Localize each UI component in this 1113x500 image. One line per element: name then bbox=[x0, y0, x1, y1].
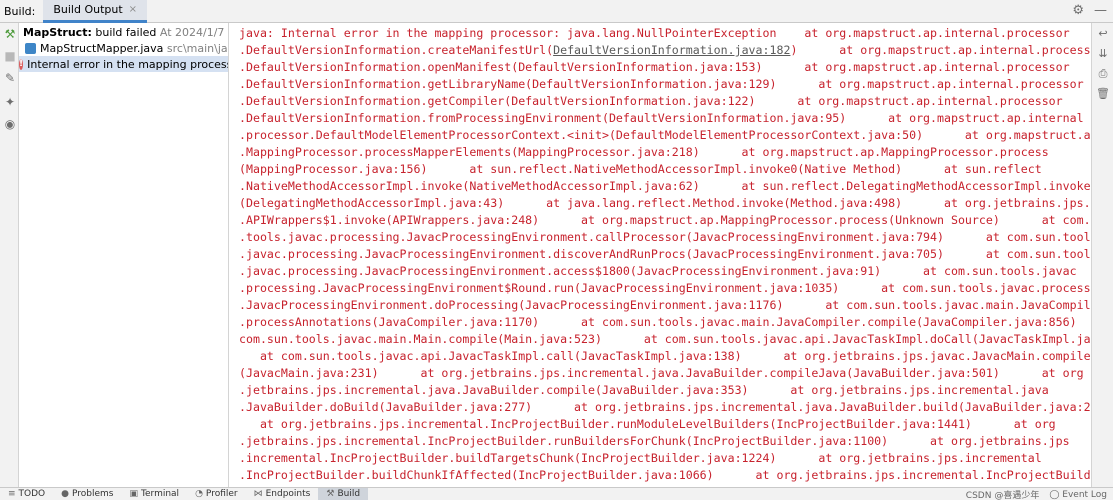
bottom-tab-problems[interactable]: ● Problems bbox=[53, 488, 121, 500]
console-line: com.sun.tools.javac.main.Main.compile(Ma… bbox=[239, 332, 1091, 346]
java-file-icon bbox=[25, 42, 36, 54]
soft-wrap-icon[interactable]: ↩ bbox=[1096, 27, 1110, 41]
build-icon: ⚒ bbox=[326, 489, 335, 499]
bottom-tool-bar: ≡ TODO ● Problems ▣ Terminal ◔ Profiler ⋈ Endpoin… bbox=[0, 487, 1113, 500]
console-line: at org.jetbrains.jps.incremental.IncProj… bbox=[239, 417, 1056, 431]
print-icon[interactable]: ⎙ bbox=[1096, 67, 1110, 81]
bottom-tab-label: TODO bbox=[18, 489, 46, 499]
console-line: (JavacMain.java:231) at org.jetbrains.jp… bbox=[239, 366, 1084, 380]
gear-icon[interactable]: ⚙ bbox=[1072, 3, 1084, 18]
scroll-to-end-icon[interactable]: ⇊ bbox=[1096, 47, 1110, 61]
console-line: .DefaultVersionInformation.createManifes… bbox=[239, 43, 1091, 57]
event-log-icon: ◯ bbox=[1049, 489, 1060, 500]
stop-icon[interactable]: ■ bbox=[3, 49, 17, 63]
tree-error-row[interactable]: ! Internal error in the mapping processo… bbox=[19, 56, 228, 72]
console-line: .incremental.IncProjectBuilder.buildTarg… bbox=[239, 451, 1042, 465]
trash-icon[interactable]: 🗑 bbox=[1096, 87, 1110, 101]
source-link[interactable]: DefaultVersionInformation.java:182 bbox=[553, 43, 790, 57]
console-line: (DelegatingMethodAccessorImpl.java:43) a… bbox=[239, 196, 1091, 210]
bottom-tab-label: Problems bbox=[72, 489, 114, 499]
bottom-tab-build[interactable]: ⚒ Build bbox=[318, 488, 369, 500]
right-toolbar: ↩ ⇊ ⎙ 🗑 bbox=[1091, 23, 1113, 487]
tab-build-output-label: Build Output bbox=[53, 3, 123, 16]
console-line: java: Internal error in the mapping proc… bbox=[239, 26, 1070, 40]
bottom-tab-label: Endpoints bbox=[265, 489, 311, 499]
console-line: .jetbrains.jps.incremental.java.JavaBuil… bbox=[239, 383, 1049, 397]
rebuild-hammer-icon[interactable]: ⚒ bbox=[3, 27, 17, 41]
console-line: at com.sun.tools.javac.api.JavacTaskImpl… bbox=[239, 349, 1091, 363]
bottom-tab-terminal[interactable]: ▣ Terminal bbox=[122, 488, 188, 500]
bottom-tab-label: Terminal bbox=[141, 489, 180, 499]
bottom-tab-todo[interactable]: ≡ TODO bbox=[0, 488, 53, 500]
problems-icon: ● bbox=[61, 489, 70, 499]
bottom-tab-label: Profiler bbox=[205, 489, 238, 499]
console-line: .DefaultVersionInformation.getCompiler(D… bbox=[239, 94, 1063, 108]
console-line: .javac.processing.JavacProcessingEnviron… bbox=[239, 247, 1091, 261]
todo-icon: ≡ bbox=[8, 489, 16, 499]
tree-file-row[interactable]: MapStructMapper.java src\main\java\com\e bbox=[25, 40, 228, 56]
console-line: .JavaBuilder.doBuild(JavaBuilder.java:27… bbox=[239, 400, 1091, 414]
profiler-icon: ◔ bbox=[195, 489, 203, 499]
console-line: .processAnnotations(JavaCompiler.java:11… bbox=[239, 315, 1091, 329]
bottom-tab-endpoints[interactable]: ⋈ Endpoints bbox=[246, 488, 319, 500]
minimize-icon[interactable]: — bbox=[1094, 3, 1107, 18]
build-label: Build: bbox=[4, 4, 36, 18]
wrench-icon[interactable]: ✎ bbox=[3, 71, 17, 85]
tree-root-row[interactable]: MapStruct: build failed At 2024/1/7 sec,… bbox=[23, 24, 228, 40]
tree-root-time: At 2024/1/7 sec, 263 ms bbox=[159, 25, 228, 39]
build-tree: MapStruct: build failed At 2024/1/7 sec,… bbox=[19, 23, 229, 487]
console-line: .processor.DefaultModelElementProcessorC… bbox=[239, 128, 1091, 142]
left-action-strip: ⚒ ■ ✎ ✦ ◉ bbox=[0, 23, 19, 487]
console-line: .IncProjectBuilder.buildChunkIfAffected(… bbox=[239, 468, 1091, 482]
tree-root-status: build failed bbox=[95, 25, 157, 39]
terminal-icon: ▣ bbox=[129, 489, 139, 499]
console-line: .JavacProcessingEnvironment.doProcessing… bbox=[239, 298, 1091, 312]
endpoints-icon: ⋈ bbox=[253, 489, 263, 499]
tree-file-path: src\main\java\com\e bbox=[166, 41, 228, 55]
console-line: .processing.JavacProcessingEnvironment$R… bbox=[239, 281, 1091, 295]
console-line: .MappingProcessor.processMapperElements(… bbox=[239, 145, 1049, 159]
console-line: .DefaultVersionInformation.fromProcessin… bbox=[239, 111, 1084, 125]
console-line: .NativeMethodAccessorImpl.invoke(NativeM… bbox=[239, 179, 1091, 193]
console-output[interactable]: java: Internal error in the mapping proc… bbox=[229, 23, 1091, 487]
eye-icon[interactable]: ◉ bbox=[3, 117, 17, 131]
event-log-label: Event Log bbox=[1062, 489, 1107, 500]
pin-icon[interactable]: ✦ bbox=[3, 95, 17, 109]
console-line: .APIWrappers$1.invoke(APIWrappers.java:2… bbox=[239, 213, 1091, 227]
console-line: .tools.javac.processing.JavacProcessingE… bbox=[239, 230, 1091, 244]
console-line: .DefaultVersionInformation.getLibraryNam… bbox=[239, 77, 1084, 91]
tab-build-output[interactable]: Build Output × bbox=[43, 0, 148, 23]
console-line: .javac.processing.JavacProcessingEnviron… bbox=[239, 264, 1077, 278]
tree-error-text: Internal error in the mapping processor:… bbox=[27, 57, 228, 71]
console-line: (MappingProcessor.java:156) at sun.refle… bbox=[239, 162, 1042, 176]
error-icon: ! bbox=[19, 58, 24, 70]
console-line: .jetbrains.jps.incremental.IncProjectBui… bbox=[239, 434, 1070, 448]
event-log-button[interactable]: ◯ Event Log bbox=[1049, 490, 1107, 500]
console-line: .DefaultVersionInformation.openManifest(… bbox=[239, 60, 1070, 74]
tree-file-name: MapStructMapper.java bbox=[40, 41, 164, 55]
close-icon[interactable]: × bbox=[129, 4, 137, 15]
bottom-tab-profiler[interactable]: ◔ Profiler bbox=[187, 488, 246, 500]
bottom-tab-label: Build bbox=[337, 489, 361, 499]
watermark: CSDN @喜遇少年 bbox=[965, 491, 1040, 500]
tool-window-header: Build: Build Output × ⚙ — bbox=[0, 0, 1113, 23]
tree-root-title: MapStruct: bbox=[23, 25, 92, 39]
